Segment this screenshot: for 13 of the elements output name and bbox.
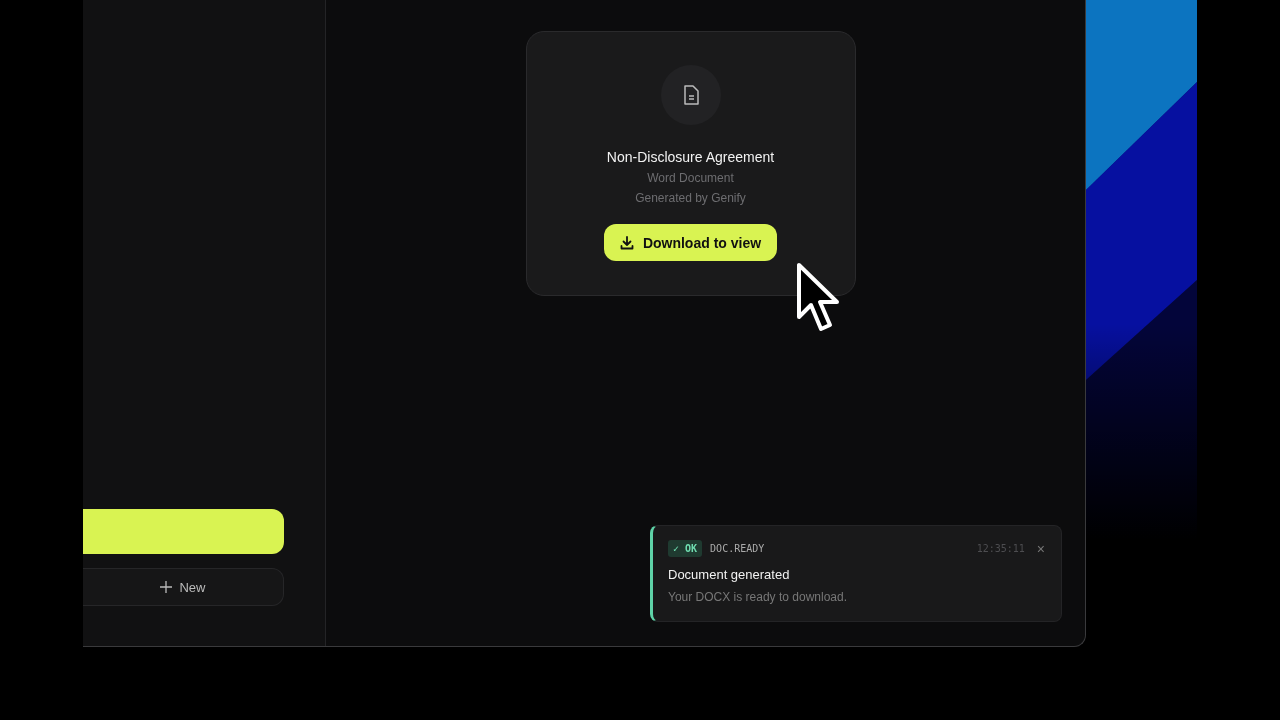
document-title: Non-Disclosure Agreement bbox=[606, 149, 775, 165]
event-code: DOC.READY bbox=[710, 543, 765, 554]
plus-icon bbox=[160, 581, 173, 593]
new-button[interactable]: New bbox=[83, 568, 284, 606]
primary-button[interactable] bbox=[83, 509, 284, 554]
close-button[interactable]: × bbox=[1032, 541, 1045, 556]
download-icon bbox=[619, 235, 634, 250]
document-source: Generated by Genify bbox=[635, 191, 746, 205]
download-button[interactable]: Download to view bbox=[603, 224, 778, 261]
toast-title: Document generated bbox=[668, 567, 791, 582]
document-type: Word Document bbox=[647, 171, 734, 185]
toast-message: Your DOCX is ready to download. bbox=[668, 590, 848, 604]
status-badge: ✓ OK bbox=[668, 540, 703, 557]
